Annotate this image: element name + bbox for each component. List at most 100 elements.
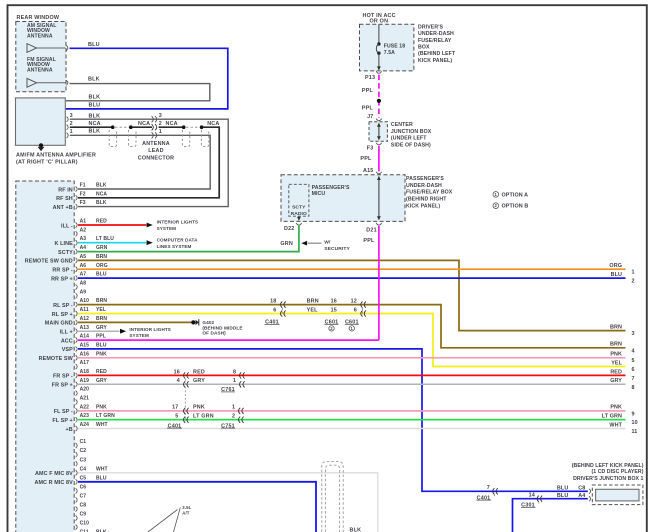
svg-text:VSP: VSP: [62, 347, 73, 353]
svg-text:KICK PANEL): KICK PANEL): [418, 58, 452, 64]
svg-text:A12: A12: [80, 316, 90, 322]
svg-text:ANTENNA: ANTENNA: [27, 67, 53, 73]
svg-text:3: 3: [159, 113, 162, 119]
svg-text:18: 18: [270, 299, 276, 305]
svg-text:A1: A1: [80, 219, 87, 225]
svg-text:BLU: BLU: [611, 272, 622, 278]
svg-text:4: 4: [632, 348, 635, 354]
svg-text:LINES SYSTEM: LINES SYSTEM: [157, 244, 192, 249]
svg-text:BRN: BRN: [96, 316, 107, 322]
svg-text:BLK: BLK: [96, 183, 107, 189]
svg-text:NCA: NCA: [166, 121, 178, 127]
svg-text:16: 16: [174, 369, 180, 375]
svg-text:BOX: BOX: [418, 45, 430, 51]
svg-text:WHT: WHT: [609, 422, 622, 428]
svg-text:C3: C3: [80, 457, 87, 463]
svg-text:A23: A23: [80, 413, 90, 419]
svg-text:GRY: GRY: [610, 378, 622, 384]
svg-text:SYSTEM: SYSTEM: [157, 226, 177, 231]
svg-text:BLU: BLU: [557, 493, 569, 499]
svg-text:GRN: GRN: [96, 245, 108, 251]
svg-text:BLU: BLU: [557, 486, 569, 492]
svg-text:A24: A24: [80, 422, 90, 428]
svg-text:A11: A11: [80, 307, 89, 313]
svg-text:C8: C8: [80, 503, 87, 509]
svg-text:SIDE OF DASH): SIDE OF DASH): [391, 143, 431, 149]
svg-text:RED: RED: [96, 219, 107, 225]
svg-text:PPL: PPL: [96, 334, 106, 340]
svg-text:(AT RIGHT 'C' PILLAR): (AT RIGHT 'C' PILLAR): [16, 160, 78, 166]
svg-text:NCA: NCA: [138, 121, 150, 127]
svg-text:C7: C7: [80, 494, 87, 500]
svg-text:DRIVER'S JUNCTION BOX 1: DRIVER'S JUNCTION BOX 1: [573, 476, 643, 482]
svg-text:A5: A5: [80, 254, 87, 260]
svg-text:W/: W/: [324, 239, 331, 245]
svg-text:RF SH: RF SH: [56, 196, 73, 202]
svg-text:PNK: PNK: [610, 405, 622, 411]
svg-text:(BEHIND LEFT KICK PANEL): (BEHIND LEFT KICK PANEL): [572, 463, 644, 469]
svg-text:GRY: GRY: [96, 325, 108, 331]
svg-text:4: 4: [177, 378, 180, 384]
svg-text:C6: C6: [80, 484, 87, 490]
svg-text:A8: A8: [80, 281, 87, 287]
svg-text:BRN: BRN: [96, 254, 107, 260]
svg-text:BRN: BRN: [610, 342, 622, 348]
svg-text:K LINE: K LINE: [55, 241, 74, 247]
svg-text:1: 1: [632, 270, 635, 276]
svg-text:BLK: BLK: [89, 129, 101, 135]
svg-text:FL SP -: FL SP -: [54, 409, 73, 415]
svg-text:MAIN GND: MAIN GND: [45, 321, 73, 327]
svg-text:A18: A18: [80, 369, 90, 375]
svg-text:SCTY: SCTY: [58, 250, 73, 256]
svg-text:PNK: PNK: [610, 352, 622, 358]
svg-text:8: 8: [632, 385, 635, 391]
svg-text:SYSTEM: SYSTEM: [129, 333, 149, 338]
svg-text:RL SP +: RL SP +: [52, 312, 73, 318]
svg-text:2: 2: [232, 414, 235, 420]
svg-text:(1 CD DISC PLAYER): (1 CD DISC PLAYER): [591, 469, 643, 475]
svg-text:1: 1: [70, 129, 73, 135]
svg-text:AM/FM ANTENNA AMPLIFIER: AM/FM ANTENNA AMPLIFIER: [16, 153, 96, 159]
svg-text:F1: F1: [80, 183, 86, 189]
svg-text:FUSE/RELAY: FUSE/RELAY: [418, 38, 452, 44]
svg-text:OF DASH): OF DASH): [202, 331, 226, 336]
svg-text:BLU: BLU: [96, 272, 107, 278]
svg-text:PASSENGER'S: PASSENGER'S: [406, 176, 444, 182]
svg-text:12: 12: [351, 299, 357, 305]
svg-text:A13: A13: [80, 325, 90, 331]
svg-text:KICK PANEL): KICK PANEL): [406, 203, 440, 209]
svg-text:3.5L: 3.5L: [182, 505, 191, 510]
svg-text:2: 2: [632, 279, 635, 285]
svg-text:PNK: PNK: [96, 404, 107, 410]
svg-text:A4: A4: [578, 493, 585, 499]
svg-text:A3: A3: [80, 236, 87, 242]
svg-text:17: 17: [172, 405, 178, 411]
svg-text:6: 6: [354, 307, 357, 313]
svg-text:C8: C8: [578, 486, 585, 492]
svg-text:FR SP +: FR SP +: [52, 383, 73, 389]
svg-text:ANTENNA: ANTENNA: [27, 33, 53, 39]
svg-text:BRN: BRN: [96, 298, 107, 304]
svg-text:FR SP -: FR SP -: [53, 374, 73, 380]
svg-text:INTERIOR LIGHTS: INTERIOR LIGHTS: [129, 327, 171, 332]
svg-text:RADIO: RADIO: [291, 211, 307, 217]
svg-text:F3: F3: [80, 200, 86, 206]
svg-text:A6: A6: [80, 263, 87, 269]
svg-text:COMPUTER DATA: COMPUTER DATA: [157, 238, 199, 243]
svg-text:7: 7: [487, 485, 490, 491]
svg-text:7.5A: 7.5A: [384, 50, 395, 56]
svg-text:A14: A14: [80, 334, 90, 340]
svg-text:11: 11: [632, 429, 638, 435]
svg-text:GRY: GRY: [193, 378, 205, 384]
svg-text:(BEHIND RIGHT: (BEHIND RIGHT: [406, 197, 447, 203]
svg-text:NCA: NCA: [207, 121, 219, 127]
svg-text:(BEHIND LEFT: (BEHIND LEFT: [418, 51, 456, 57]
svg-text:WHT: WHT: [96, 422, 108, 428]
svg-text:A2: A2: [80, 227, 87, 233]
svg-text:RED: RED: [96, 369, 107, 375]
svg-text:RR SP +: RR SP +: [51, 276, 73, 282]
svg-text:ORG: ORG: [96, 263, 108, 269]
svg-text:NCA: NCA: [96, 191, 107, 197]
svg-text:C10: C10: [80, 521, 90, 527]
svg-text:A15: A15: [363, 168, 374, 174]
